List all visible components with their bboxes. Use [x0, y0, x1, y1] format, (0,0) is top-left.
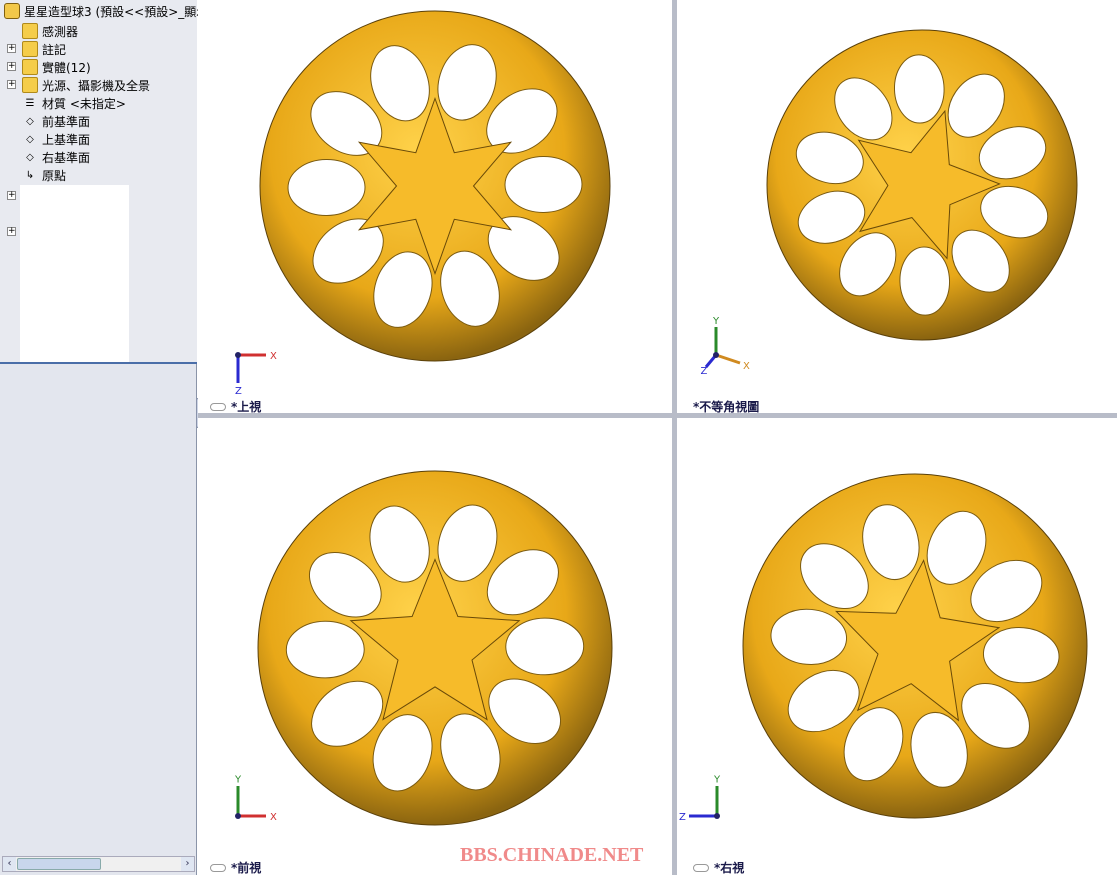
link-icon[interactable] [693, 863, 709, 872]
star-ball-model [742, 473, 1088, 819]
svg-text:X: X [270, 812, 277, 823]
svg-text:Y: Y [712, 316, 720, 327]
view-name: *右視 [714, 861, 745, 875]
axis-triad-icon: XZ [235, 351, 277, 397]
svg-text:X: X [270, 351, 277, 362]
viewport-label-front: *前視 [210, 859, 261, 876]
view-name: *不等角視圖 [693, 400, 760, 414]
axis-triad-icon: YZ [679, 775, 721, 824]
model-graphics: XZYXZYXYZ [234, 10, 1088, 826]
svg-text:Y: Y [713, 775, 721, 786]
view-name: *前視 [231, 861, 262, 875]
svg-text:Z: Z [701, 366, 708, 377]
star-ball-model [257, 470, 613, 826]
star-ball-model [766, 29, 1078, 341]
axis-triad-icon: Y X Z [701, 316, 751, 377]
svg-text:Z: Z [679, 812, 686, 823]
link-icon[interactable] [210, 402, 226, 411]
axis-triad-icon: YX [234, 775, 277, 824]
watermark: BBS.CHINADE.NET [460, 844, 644, 866]
view-name: *上視 [231, 400, 262, 414]
svg-text:Y: Y [234, 775, 242, 786]
star-ball-model [259, 10, 611, 362]
link-icon[interactable] [210, 863, 226, 872]
viewport-label-top: *上視 [210, 398, 261, 415]
svg-text:Z: Z [235, 386, 242, 397]
svg-text:X: X [743, 361, 750, 372]
viewport-label-isometric: *不等角視圖 [693, 398, 759, 415]
viewport-label-right: *右視 [693, 859, 744, 876]
